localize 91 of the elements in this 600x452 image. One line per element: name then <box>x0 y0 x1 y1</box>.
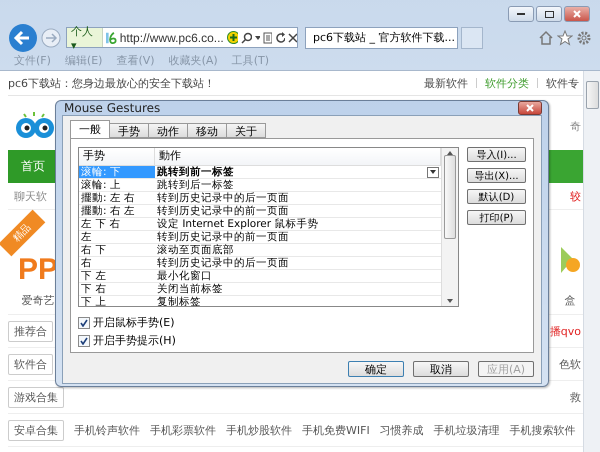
dialog-tab[interactable]: 关于 <box>226 123 266 138</box>
dialog-tab[interactable]: 动作 <box>148 123 188 138</box>
column-header[interactable]: 手势 <box>79 148 155 165</box>
category-link[interactable]: 手机铃声软件 <box>74 422 140 438</box>
category-link[interactable]: 习惯养成 <box>380 422 424 438</box>
action-cell[interactable]: 最小化窗口 <box>155 270 212 282</box>
gesture-cell[interactable]: 擺動: 右 左 <box>79 205 155 217</box>
promo-logo: PP <box>18 255 58 285</box>
nav-link[interactable]: 最新软件 <box>424 76 468 90</box>
nav-link[interactable]: 软件分类 <box>485 76 529 90</box>
category-link[interactable]: 较 <box>570 188 581 204</box>
maximize-icon <box>544 10 554 18</box>
action-cell[interactable]: 设定 Internet Explorer 鼠标手势 <box>155 218 318 230</box>
dialog-button[interactable]: 取消 <box>413 361 469 377</box>
promo-caption[interactable]: 爱奇艺 <box>22 293 55 308</box>
promo-caption[interactable]: 盒 <box>564 293 576 308</box>
scrollbar[interactable] <box>441 148 458 306</box>
category-link[interactable]: 播qvo <box>550 324 581 338</box>
dialog-tab[interactable]: 手势 <box>109 123 149 138</box>
close-icon <box>573 10 581 18</box>
gesture-cell[interactable]: 下 左 <box>79 270 155 282</box>
side-button[interactable]: 导出(X)... <box>467 168 526 183</box>
gesture-cell[interactable]: 右 <box>79 257 155 269</box>
category-link[interactable]: 手机彩票软件 <box>150 422 216 438</box>
side-button[interactable]: 打印(P) <box>467 210 526 225</box>
tab-label[interactable]: 奇 <box>570 118 581 134</box>
gesture-cell[interactable]: 左 <box>79 231 155 243</box>
category-link[interactable]: 手机炒股软件 <box>226 422 292 438</box>
scope-dropdown[interactable]: 个人 ▾ <box>67 28 104 47</box>
side-button[interactable]: 导入(I)... <box>467 147 526 162</box>
category-link[interactable]: 聊天软 <box>14 188 47 204</box>
search-icon[interactable] <box>241 32 252 44</box>
gesture-cell[interactable]: 擺動: 左 右 <box>79 192 155 204</box>
category-tag[interactable]: 游戏合集 <box>8 386 64 408</box>
home-icon[interactable] <box>538 30 554 46</box>
add-icon[interactable] <box>226 31 238 44</box>
category-link[interactable]: 救 <box>570 390 581 404</box>
address-text: http://www.pc6.co... <box>120 30 224 44</box>
category-tag[interactable]: 安卓合集 <box>8 420 64 440</box>
gesture-cell[interactable]: 下 右 <box>79 283 155 295</box>
action-cell[interactable]: 转到历史记录中的后一页面 <box>155 257 289 269</box>
minimize-button[interactable] <box>508 6 534 22</box>
checkbox[interactable] <box>78 316 90 328</box>
action-cell[interactable]: 转到历史记录中的后一页面 <box>155 192 289 204</box>
site-tagline: pc6下载站：您身边最放心的安全下载站！ <box>8 76 216 90</box>
page-icon[interactable] <box>262 32 272 44</box>
dialog-tab[interactable]: 一般 <box>70 120 110 138</box>
nav-home[interactable]: 首页 <box>8 150 58 183</box>
settings-icon[interactable] <box>576 30 592 46</box>
dialog-tab[interactable]: 移动 <box>187 123 227 138</box>
checkbox-label: 开启手势提示(H) <box>93 333 176 348</box>
address-bar[interactable]: 个人 ▾ http://www.pc6.co... <box>66 27 298 48</box>
gesture-cell[interactable]: 滚輪: 上 <box>79 179 155 191</box>
gesture-cell[interactable]: 下 上 <box>79 296 155 306</box>
scrollbar[interactable] <box>583 71 600 452</box>
back-icon[interactable] <box>8 22 38 52</box>
star-icon[interactable] <box>557 30 573 46</box>
category-link[interactable]: 手机免费WIFI <box>302 422 370 438</box>
dialog-title: Mouse Gestures <box>64 101 160 115</box>
caret-icon <box>430 170 436 174</box>
ribbon-badge: 精品 <box>0 210 46 256</box>
maximize-button[interactable] <box>536 6 562 22</box>
minimize-icon <box>517 12 525 16</box>
checkbox[interactable] <box>78 334 90 346</box>
dialog-button[interactable]: 确定 <box>348 361 404 377</box>
refresh-icon[interactable] <box>274 32 286 44</box>
gesture-cell[interactable]: 左 下 右 <box>79 218 155 230</box>
action-cell[interactable]: 转到历史记录中的前一页面 <box>155 231 289 243</box>
close-button[interactable] <box>518 101 542 115</box>
action-cell[interactable]: 关闭当前标签 <box>155 283 223 295</box>
close-icon <box>526 104 534 112</box>
action-cell[interactable]: 滚动至页面底部 <box>155 244 234 256</box>
category-tag[interactable]: 推荐合 <box>8 320 53 342</box>
caret-icon[interactable] <box>254 36 260 40</box>
category-link[interactable]: 手机搜索软件 <box>510 422 576 438</box>
browser-tab[interactable]: pc6下载站 _ 官方软件下载... <box>305 26 458 48</box>
checkbox-label: 开启鼠标手势(E) <box>93 315 175 330</box>
action-cell[interactable]: 跳转到前一标签 <box>155 166 234 178</box>
category-tag[interactable]: 软件合 <box>8 354 53 374</box>
scroll-down-icon[interactable] <box>447 299 453 303</box>
action-cell[interactable]: 转到历史记录中的前一页面 <box>155 205 289 217</box>
close-icon[interactable] <box>288 32 297 42</box>
site-favicon <box>106 30 117 44</box>
category-link[interactable]: 色软 <box>559 356 581 372</box>
nav-link[interactable]: 软件专 <box>546 76 579 90</box>
category-link[interactable]: 手机垃圾清理 <box>434 422 500 438</box>
gesture-cell[interactable]: 右 下 <box>79 244 155 256</box>
close-button[interactable] <box>564 6 590 22</box>
action-cell[interactable]: 跳转到后一标签 <box>155 179 234 191</box>
dropdown-button[interactable] <box>427 166 439 178</box>
side-button[interactable]: 默认(D) <box>467 189 526 204</box>
